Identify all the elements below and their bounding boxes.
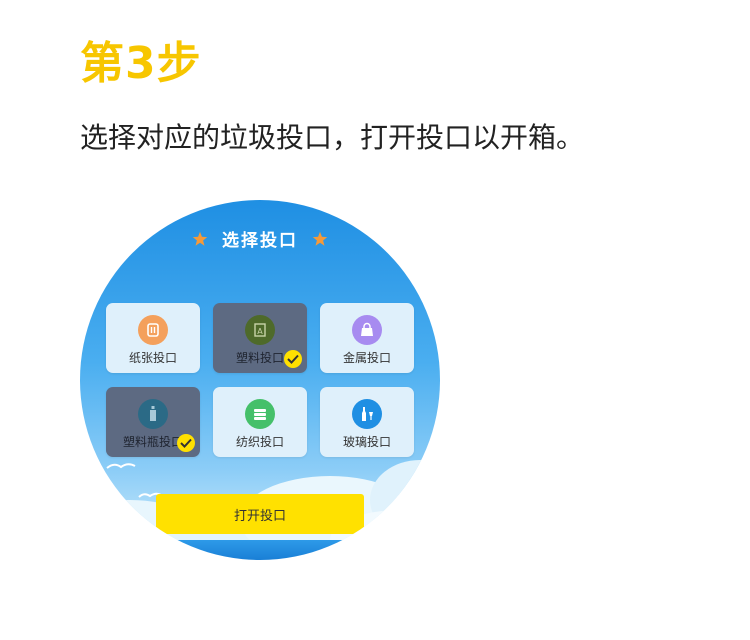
check-icon: [284, 350, 302, 368]
instruction-text: 选择对应的垃圾投口，打开投口以开箱。: [80, 121, 585, 154]
star-icon: [192, 231, 208, 246]
tile-metal[interactable]: 金属投口: [320, 303, 414, 373]
svg-text:A: A: [257, 327, 263, 336]
plastic-icon: A: [245, 315, 275, 345]
screen-header: 选择投口: [80, 226, 440, 251]
metal-icon: [352, 315, 382, 345]
water-strip: [80, 540, 440, 560]
open-slot-button[interactable]: 打开投口: [156, 494, 364, 534]
tile-label: 纸张投口: [128, 351, 177, 365]
tile-plastic[interactable]: A 塑料投口: [213, 303, 307, 373]
screen-title: 选择投口: [222, 231, 298, 251]
paper-icon: [138, 315, 168, 345]
textile-icon: [245, 399, 275, 429]
plastic-bottle-icon: [138, 399, 168, 429]
star-icon: [312, 231, 328, 246]
tile-paper[interactable]: 纸张投口: [106, 303, 200, 373]
screen-illustration: 选择投口 纸张投口 A 塑料投口 金属投口 塑料瓶投口 纺织投口 玻璃投口 打开…: [80, 200, 440, 560]
bird-icon: [106, 463, 136, 469]
page: 第3步 选择对应的垃圾投口，打开投口以开箱。 选择投口 纸张投口 A 塑料投口: [0, 0, 750, 640]
tile-label: 金属投口: [342, 351, 391, 365]
glass-icon: [352, 399, 382, 429]
step-title: 第3步: [80, 38, 202, 89]
